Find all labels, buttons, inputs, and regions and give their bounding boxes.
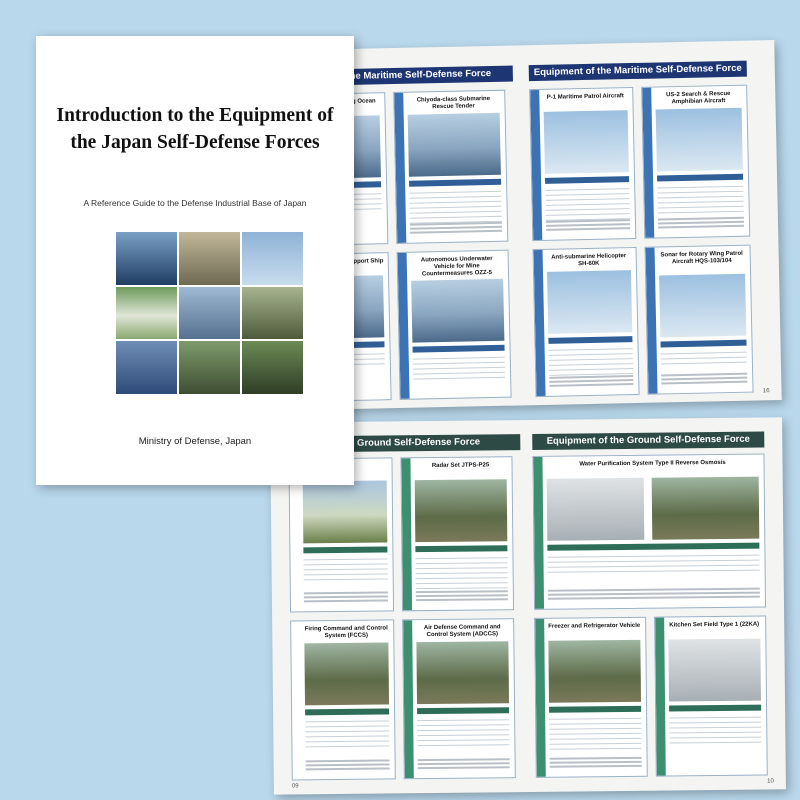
card-sh60k: Anti-submarine Helicopter SH-60K [532, 246, 640, 398]
card-description [409, 221, 503, 238]
card-tab [401, 458, 413, 611]
cover-photo-grid [116, 232, 303, 394]
card-description [657, 216, 745, 233]
card-title: Sonar for Rotary Wing Patrol Aircraft HQ… [660, 250, 743, 266]
card-title: Autonomous Underwater Vehicle for Mine C… [420, 255, 493, 278]
photo-armored-vehicle [179, 232, 240, 285]
spec-table [545, 176, 630, 221]
card-description [305, 759, 390, 774]
photo-submarine [116, 232, 177, 285]
card-photo [546, 477, 645, 541]
spec-table [412, 344, 506, 380]
card-photo [407, 112, 501, 177]
card-title: Radar Set JTPS-P25 [431, 462, 490, 469]
spec-table [548, 336, 634, 376]
card-title: Kitchen Set Field Type 1 (22KA) [669, 621, 760, 629]
cover-title: Introduction to the Equipment of the Jap… [56, 105, 334, 153]
card-description [545, 219, 631, 235]
card-description [547, 587, 760, 604]
card-hqs103: Sonar for Rotary Wing Patrol Aircraft HQ… [644, 244, 754, 395]
card-jtps-p25: Radar Set JTPS-P25 [400, 456, 515, 612]
card-title: P-1 Maritime Patrol Aircraft [546, 93, 624, 101]
card-description [415, 590, 508, 605]
card-description [417, 758, 510, 773]
card-photo [659, 273, 747, 338]
card-water-purification: Water Purification System Type II Revers… [532, 453, 767, 610]
cover-page: Introduction to the Equipment of the Jap… [36, 36, 354, 485]
card-photo [546, 270, 633, 334]
card-photo [302, 480, 388, 544]
photo-trucks [116, 286, 177, 340]
card-tab [535, 618, 546, 777]
card-tab [655, 617, 666, 776]
photo-armored-car [179, 341, 240, 394]
maritime-right-banner: Equipment of the Maritime Self-Defense F… [528, 60, 747, 82]
card-title: Water Purification System Type II Revers… [579, 459, 726, 468]
card-tab [533, 249, 546, 397]
card-description [661, 372, 748, 389]
spec-table [303, 546, 388, 581]
photo-soldier [242, 341, 303, 394]
spec-table [669, 704, 762, 744]
card-ozz5: Autonomous Underwater Vehicle for Mine C… [396, 249, 512, 400]
photo-fighter-jet [242, 232, 303, 285]
card-description [303, 591, 388, 606]
spec-table [415, 545, 508, 590]
cover-subtitle: A Reference Guide to the Defense Industr… [83, 198, 307, 208]
card-tab [642, 87, 655, 238]
card-photo [548, 639, 642, 703]
card-tab [403, 620, 414, 779]
spec-table [417, 707, 510, 747]
card-chiyoda: Chiyoda-class Submarine Rescue Tender [393, 89, 509, 244]
card-tab [645, 247, 658, 394]
card-us2: US-2 Search & Rescue Amphibian Aircraft [641, 84, 751, 239]
page-number: 16 [762, 388, 770, 395]
card-adccs: Air Defense Command and Control System (… [402, 618, 516, 780]
card-title: Chiyoda-class Submarine Rescue Tender [416, 95, 491, 111]
card-photo [543, 110, 629, 174]
card-photo [304, 642, 390, 706]
card-photo [411, 278, 505, 343]
photo-radar-tower [116, 341, 177, 394]
card-title: Air Defense Command and Control System (… [423, 624, 501, 639]
card-photo-secondary [651, 476, 760, 540]
spec-table [549, 705, 642, 750]
card-photo [416, 641, 510, 705]
card-freezer-vehicle: Freezer and Refrigerator Vehicle [534, 616, 648, 778]
card-title: Freezer and Refrigerator Vehicle [548, 622, 641, 630]
page-number-right: 10 [767, 778, 774, 785]
card-tab [394, 92, 407, 243]
spec-table [409, 178, 502, 224]
spec-table [660, 339, 747, 365]
card-fccs: Firing Command and Control System (FCCS) [290, 619, 396, 781]
card-title: US-2 Search & Rescue Amphibian Aircraft [666, 90, 731, 106]
card-photo [414, 479, 508, 543]
card-description [549, 756, 642, 772]
card-title: Firing Command and Control System (FCCS) [304, 625, 388, 640]
spec-table [547, 542, 760, 573]
maritime-spread: the Maritime Self-Defense Force Equipmen… [296, 40, 782, 410]
spec-table [656, 173, 744, 214]
card-description [549, 375, 634, 391]
card-tab [530, 89, 543, 241]
card-photo [668, 638, 762, 702]
photo-military-truck [242, 286, 303, 340]
cover-publisher: Ministry of Defense, Japan [138, 436, 252, 447]
card-p1: P-1 Maritime Patrol Aircraft [529, 86, 637, 242]
card-tab [397, 252, 410, 399]
page-number-left: 09 [291, 783, 299, 790]
card-photo [655, 107, 743, 172]
ground-right-banner: Equipment of the Ground Self-Defense For… [532, 431, 765, 450]
card-kitchen-set: Kitchen Set Field Type 1 (22KA) [654, 615, 768, 777]
card-tab [533, 456, 545, 609]
spec-table [305, 708, 390, 748]
card-title: Anti-submarine Helicopter SH-60K [551, 253, 627, 268]
photo-destroyer [179, 286, 240, 340]
